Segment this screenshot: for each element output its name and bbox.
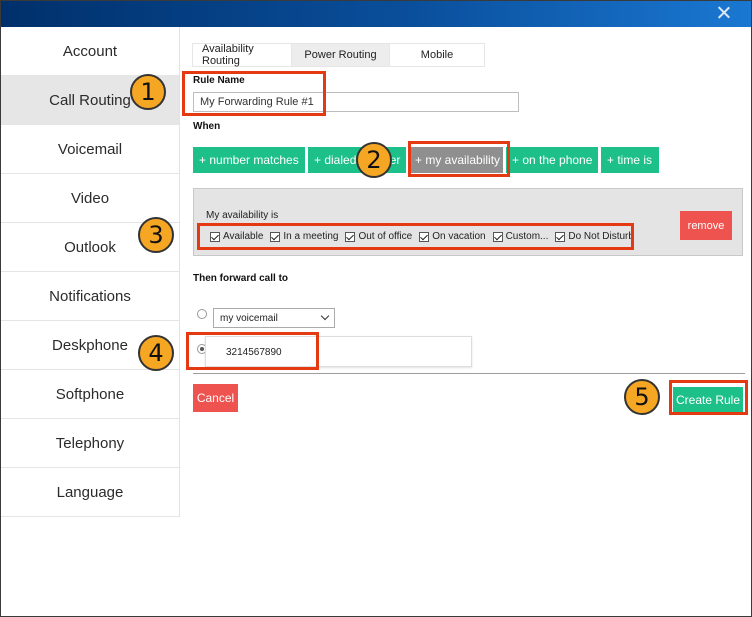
sidebar-item-softphone[interactable]: Softphone	[1, 370, 179, 419]
availability-option-available[interactable]: Available	[210, 231, 263, 242]
option-label: Custom...	[505, 231, 549, 242]
availability-options: Available In a meeting Out of office On …	[210, 231, 634, 242]
sidebar-item-language[interactable]: Language	[1, 468, 179, 517]
option-label: In a meeting	[283, 231, 339, 242]
title-bar	[1, 1, 751, 27]
availability-option-in-a-meeting[interactable]: In a meeting	[270, 231, 338, 242]
option-label: Do Not Disturb	[568, 231, 634, 242]
option-label: Out of office	[358, 231, 413, 242]
voicemail-radio[interactable]	[197, 309, 207, 319]
voicemail-select[interactable]: my voicemail	[213, 308, 335, 328]
option-label: On vacation	[432, 231, 486, 242]
sidebar-item-video[interactable]: Video	[1, 174, 179, 223]
remove-condition-button[interactable]: remove	[680, 211, 732, 240]
select-value: my voicemail	[220, 312, 278, 324]
checkbox-icon[interactable]	[555, 231, 566, 242]
availability-title: My availability is	[206, 210, 279, 221]
callout-badge-5: 5	[624, 379, 660, 415]
availability-option-on-vacation[interactable]: On vacation	[419, 231, 486, 242]
availability-option-custom[interactable]: Custom...	[492, 231, 549, 242]
rule-name-label: Rule Name	[193, 75, 245, 86]
callout-badge-1: 1	[130, 74, 166, 110]
availability-condition-panel: My availability is Available In a meetin…	[193, 188, 743, 256]
main-panel: Availability Routing Power Routing Mobil…	[180, 27, 751, 616]
sidebar-item-voicemail[interactable]: Voicemail	[1, 125, 179, 174]
condition-buttons: + number matches + dialed number + my av…	[193, 147, 659, 173]
callout-badge-4: 4	[138, 335, 174, 371]
rule-name-input[interactable]	[193, 92, 519, 112]
checkbox-icon[interactable]	[210, 231, 220, 242]
sidebar-item-telephony[interactable]: Telephony	[1, 419, 179, 468]
availability-option-out-of-office[interactable]: Out of office	[345, 231, 412, 242]
phone-number-value: 3214567890	[226, 347, 282, 358]
checkbox-icon[interactable]	[492, 231, 503, 242]
routing-tabs: Availability Routing Power Routing Mobil…	[192, 43, 485, 67]
divider	[193, 373, 745, 374]
callout-badge-3: 3	[138, 217, 174, 253]
close-icon[interactable]	[717, 6, 731, 20]
sidebar-item-account[interactable]: Account	[1, 27, 179, 76]
time-is-button[interactable]: + time is	[601, 147, 659, 173]
checkbox-icon[interactable]	[270, 231, 281, 242]
create-rule-button[interactable]: Create Rule	[673, 387, 743, 412]
sidebar-item-notifications[interactable]: Notifications	[1, 272, 179, 321]
tab-availability-routing[interactable]: Availability Routing	[192, 43, 291, 67]
checkbox-icon[interactable]	[419, 231, 430, 242]
number-matches-button[interactable]: + number matches	[193, 147, 305, 173]
on-the-phone-button[interactable]: + on the phone	[506, 147, 598, 173]
my-availability-button[interactable]: + my availability	[409, 147, 503, 173]
when-label: When	[193, 121, 221, 132]
tab-mobile[interactable]: Mobile	[389, 43, 485, 67]
chevron-down-icon	[320, 311, 330, 321]
phone-number-field[interactable]: 3214567890	[205, 336, 472, 367]
callout-badge-2: 2	[356, 142, 392, 178]
checkbox-icon[interactable]	[345, 231, 356, 242]
option-label: Available	[223, 231, 264, 242]
cancel-button[interactable]: Cancel	[193, 384, 238, 412]
availability-option-do-not-disturb[interactable]: Do Not Disturb	[555, 231, 634, 242]
app-window: Account Call Routing Voicemail Video Out…	[0, 0, 752, 617]
forward-label: Then forward call to	[193, 273, 289, 284]
tab-power-routing[interactable]: Power Routing	[291, 43, 389, 67]
